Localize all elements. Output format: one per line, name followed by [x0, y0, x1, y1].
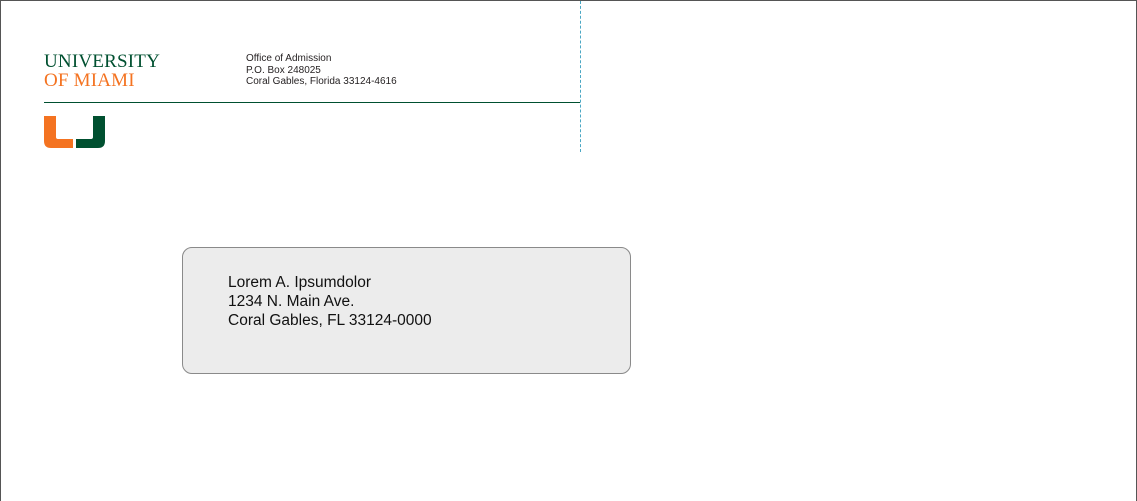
return-address: Office of Admission P.O. Box 248025 Cora…: [246, 53, 397, 88]
header-divider: [44, 102, 580, 103]
fold-guide-line: [580, 1, 581, 152]
recipient-name: Lorem A. Ipsumdolor: [228, 274, 372, 291]
logo-orange-half: [44, 116, 73, 148]
u-split-logo-icon: [44, 116, 105, 148]
logo-green-half: [76, 116, 105, 148]
recipient-address: Lorem A. Ipsumdolor 1234 N. Main Ave. Co…: [228, 273, 432, 330]
wordmark-line-of-miami: OF MIAMI: [44, 70, 135, 91]
return-address-city: Coral Gables, Florida 33124-4616: [246, 76, 397, 87]
recipient-street: 1234 N. Main Ave.: [228, 293, 355, 310]
recipient-city: Coral Gables, FL 33124-0000: [228, 312, 432, 329]
envelope: UNIVERSITY OF MIAMI Office of Admission …: [0, 0, 1137, 501]
wordmark-line-university: UNIVERSITY: [44, 51, 160, 72]
university-wordmark: UNIVERSITY OF MIAMI: [44, 52, 160, 90]
address-window: Lorem A. Ipsumdolor 1234 N. Main Ave. Co…: [182, 247, 631, 374]
return-address-office: Office of Admission: [246, 53, 332, 64]
return-address-po-box: P.O. Box 248025: [246, 64, 321, 76]
